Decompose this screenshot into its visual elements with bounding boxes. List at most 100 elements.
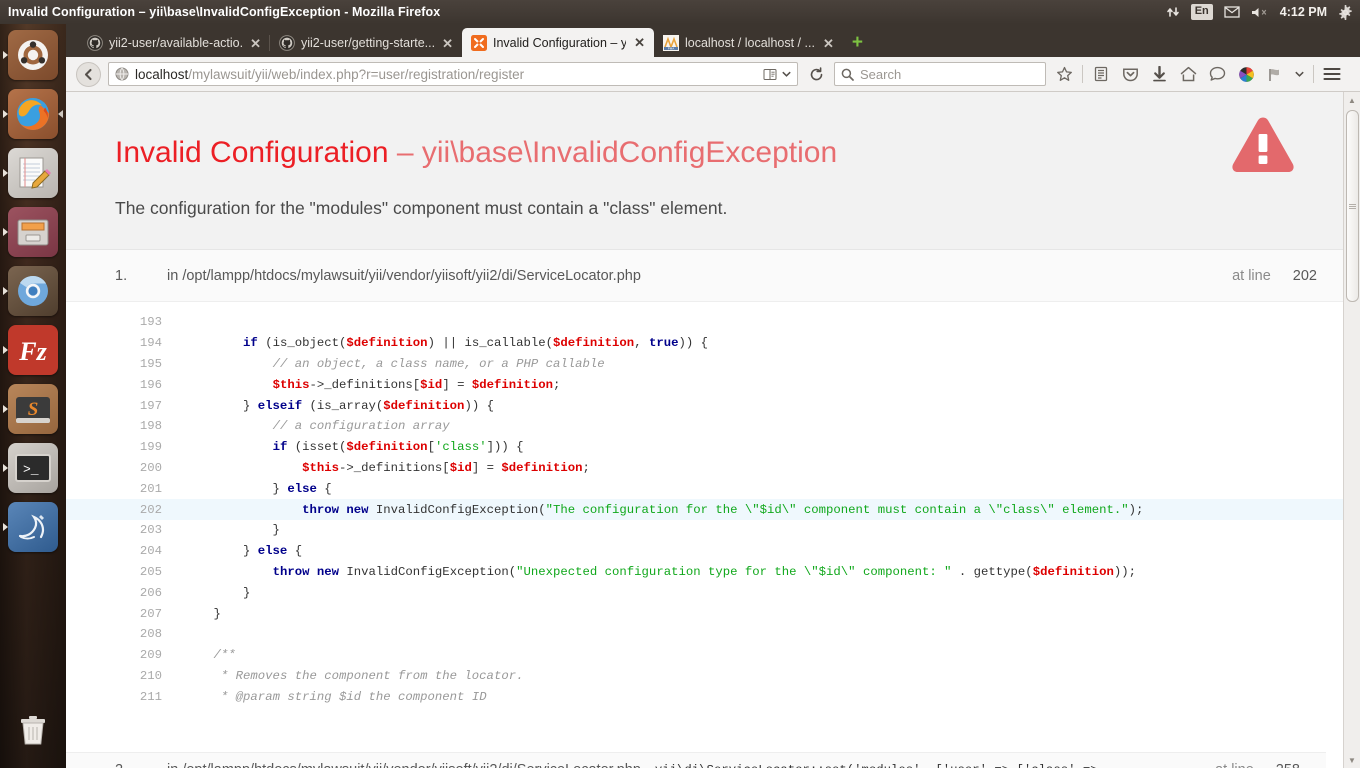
- launcher-item-mysql-workbench[interactable]: [3, 502, 58, 552]
- url-text: localhost/mylawsuit/yii/web/index.php?r=…: [135, 67, 761, 82]
- launcher-item-filezilla[interactable]: Fz: [3, 325, 58, 375]
- keyboard-layout-indicator[interactable]: En: [1190, 4, 1213, 20]
- launcher-focus-arrow: [3, 51, 8, 59]
- launcher-item-ubuntu-dash[interactable]: [3, 30, 58, 80]
- launcher-item-text-editor[interactable]: [3, 148, 58, 198]
- code-line-source: }: [184, 606, 221, 621]
- launcher-focus-arrow: [3, 523, 8, 531]
- call-stack-row-1[interactable]: 1. in /opt/lampp/htdocs/mylawsuit/yii/ve…: [66, 250, 1343, 302]
- code-line-number: 207: [139, 606, 162, 621]
- chat-icon[interactable]: [1206, 63, 1228, 85]
- code-line-number: 202: [139, 502, 162, 517]
- scrollbar-track[interactable]: [1344, 108, 1360, 752]
- browser-tab-3-active[interactable]: Invalid Configuration – y... ✕: [462, 28, 654, 57]
- mysql-dolphin-icon: [18, 514, 45, 540]
- code-line: 200 $this->_definitions[$id] = $definiti…: [66, 458, 1343, 479]
- code-line-source: }: [184, 523, 280, 538]
- launcher-item-terminal[interactable]: >_: [3, 443, 58, 493]
- xampp-icon: [471, 34, 487, 51]
- launcher-item-sublime-text[interactable]: S: [3, 384, 58, 434]
- tab-close-button[interactable]: ✕: [440, 37, 455, 50]
- tab-close-button[interactable]: ✕: [821, 37, 836, 50]
- code-line-source: } else {: [184, 481, 332, 496]
- library-icon[interactable]: [1090, 63, 1112, 85]
- search-icon: [841, 68, 854, 81]
- code-line-source: if (isset($definition['class'])) {: [272, 440, 524, 455]
- overflow-chevron-icon[interactable]: [1293, 63, 1306, 85]
- call-at-line-label: at line: [1215, 762, 1254, 768]
- call-index: 2.: [115, 762, 167, 768]
- error-message: The configuration for the "modules" comp…: [115, 197, 728, 218]
- window-title: Invalid Configuration – yii\base\Invalid…: [8, 5, 441, 19]
- toolbar-separator: [1313, 65, 1314, 83]
- scrollbar-thumb[interactable]: [1345, 110, 1359, 302]
- launcher-focus-arrow: [3, 346, 8, 354]
- launcher-running-arrow: [58, 110, 63, 118]
- reader-view-icon[interactable]: [761, 63, 779, 85]
- flag-icon[interactable]: [1264, 63, 1286, 85]
- code-line: 196 $this->_definitions[$id] = $definiti…: [66, 374, 1343, 395]
- code-line-number: 203: [139, 523, 162, 538]
- downloads-icon[interactable]: [1148, 63, 1170, 85]
- launcher-item-files[interactable]: [3, 207, 58, 257]
- vertical-scrollbar[interactable]: ▲ ▼: [1343, 92, 1360, 768]
- call-line-number: 258: [1276, 762, 1300, 768]
- browser-tab-1[interactable]: yii2-user/available-actio... ✕: [78, 29, 270, 57]
- call-file-path: in /opt/lampp/htdocs/mylawsuit/yii/vendo…: [167, 762, 641, 768]
- launcher-item-trash[interactable]: [8, 704, 58, 754]
- code-line: 207 }: [66, 603, 1343, 624]
- code-line: 206 }: [66, 582, 1343, 603]
- url-bar[interactable]: localhost/mylawsuit/yii/web/index.php?r=…: [108, 62, 798, 86]
- search-input[interactable]: Search: [834, 62, 1046, 86]
- code-line-source: if (is_object($definition) || is_callabl…: [243, 336, 709, 351]
- home-icon[interactable]: [1177, 63, 1199, 85]
- code-line-source: $this->_definitions[$id] = $definition;: [302, 460, 590, 475]
- terminal-icon: >_: [15, 454, 51, 482]
- colorpicker-icon[interactable]: [1235, 63, 1257, 85]
- svg-text:>_: >_: [23, 462, 39, 477]
- network-updown-icon[interactable]: [1166, 5, 1180, 19]
- back-button[interactable]: [76, 61, 101, 87]
- code-line: 210 * Removes the component from the loc…: [66, 666, 1343, 687]
- pocket-icon[interactable]: [1119, 63, 1141, 85]
- scroll-up-arrow-icon[interactable]: ▲: [1344, 92, 1360, 108]
- code-line: 198 // a configuration array: [66, 416, 1343, 437]
- launcher-item-chromium[interactable]: [3, 266, 58, 316]
- clock[interactable]: 4:12 PM: [1280, 5, 1327, 19]
- call-index: 1.: [115, 267, 128, 284]
- toolbar-separator: [1082, 65, 1083, 83]
- code-line-number: 204: [139, 544, 162, 559]
- code-line-source: }: [184, 585, 251, 600]
- launcher-focus-arrow: [3, 405, 8, 413]
- system-tray: En 4:12 PM: [1166, 4, 1360, 20]
- new-tab-button[interactable]: +: [852, 33, 863, 52]
- chromium-logo-icon: [18, 275, 48, 306]
- bookmark-star-icon[interactable]: [1053, 63, 1075, 85]
- volume-muted-icon[interactable]: [1251, 6, 1269, 19]
- trash-icon: [21, 716, 45, 745]
- gear-icon[interactable]: [1338, 4, 1353, 20]
- reload-icon[interactable]: [805, 63, 827, 85]
- code-line: 195 // an object, a class name, or a PHP…: [66, 354, 1343, 375]
- svg-text:PMA: PMA: [668, 47, 675, 51]
- envelope-icon[interactable]: [1224, 6, 1240, 18]
- launcher-focus-arrow: [3, 287, 8, 295]
- code-line-source: // an object, a class name, or a PHP cal…: [272, 356, 605, 371]
- code-line-number: 210: [139, 668, 162, 683]
- error-title-dash: –: [396, 136, 414, 169]
- site-globe-icon: [115, 67, 129, 81]
- tab-title: yii2-user/getting-starte...: [301, 36, 435, 50]
- browser-tab-2[interactable]: yii2-user/getting-starte... ✕: [269, 29, 462, 57]
- call-stack-row-2[interactable]: 2. in /opt/lampp/htdocs/mylawsuit/yii/ve…: [66, 752, 1326, 768]
- code-line: 201 } else {: [66, 478, 1343, 499]
- browser-tab-4[interactable]: PMA localhost / localhost / ... ✕: [654, 29, 843, 57]
- code-line-number: 194: [139, 336, 162, 351]
- hamburger-menu-icon[interactable]: [1321, 63, 1343, 85]
- scrollbar-grip: [1348, 203, 1356, 209]
- code-line: 199 if (isset($definition['class'])) {: [66, 437, 1343, 458]
- tab-close-button[interactable]: ✕: [248, 37, 263, 50]
- chevron-down-icon[interactable]: [779, 63, 793, 85]
- launcher-item-firefox[interactable]: [3, 89, 63, 139]
- scroll-down-arrow-icon[interactable]: ▼: [1344, 752, 1360, 768]
- tab-close-button[interactable]: ✕: [632, 36, 647, 49]
